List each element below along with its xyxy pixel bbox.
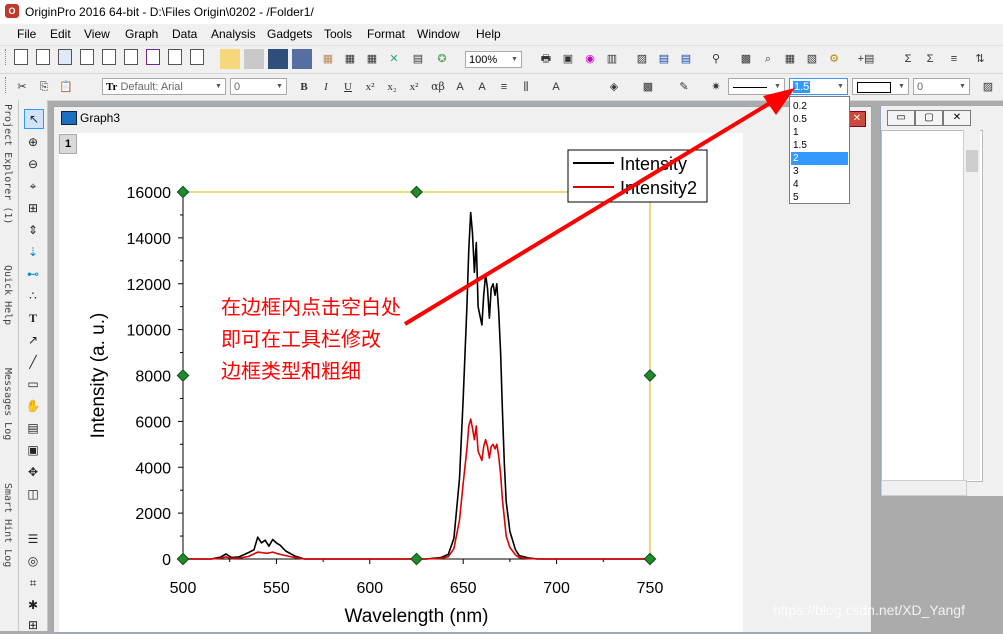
graph-overlay: 500 550 600 650 700 750 0 2000 4000 6000 8000 10000… — [88, 88, 795, 627]
selection-handle[interactable] — [176, 552, 190, 566]
y-tick-label: 2000 — [135, 506, 171, 523]
x-tick-label: 500 — [170, 580, 197, 597]
thickness-option[interactable]: 3 — [791, 165, 848, 178]
x-tick-label: 750 — [637, 580, 664, 597]
line-chart: 500 550 600 650 700 750 0 2000 4000 6000 8000 10000… — [88, 149, 708, 627]
selection-handle[interactable] — [176, 185, 190, 199]
selection-handle[interactable] — [410, 185, 423, 199]
thickness-option[interactable]: 1.5 — [791, 139, 848, 152]
thickness-dropdown-list: 0.2 0.5 1 1.5 2 3 4 5 — [789, 96, 850, 204]
legend-label: Intensity — [620, 154, 687, 174]
y-tick-label: 0 — [162, 552, 171, 569]
x-tick-label: 650 — [450, 580, 477, 597]
x-tick-label: 600 — [356, 580, 383, 597]
y-tick-label: 10000 — [127, 323, 172, 340]
annotation-text-line: 边框类型和粗细 — [221, 359, 361, 383]
y-tick-label: 8000 — [135, 369, 171, 386]
annotation-arrow-line — [403, 95, 782, 326]
selection-handle[interactable] — [176, 369, 190, 382]
y-tick-label: 12000 — [127, 277, 172, 294]
x-tick-label: 550 — [263, 580, 290, 597]
y-tick-label: 14000 — [127, 231, 172, 248]
y-tick-label: 4000 — [135, 460, 171, 477]
annotation-layer: 在边框内点击空白处即可在工具栏修改边框类型和粗细 — [221, 88, 795, 383]
thickness-option[interactable]: 0.5 — [791, 113, 848, 126]
selection-handle[interactable] — [643, 369, 657, 382]
thickness-option[interactable]: 4 — [791, 178, 848, 191]
thickness-option[interactable]: 0.2 — [791, 100, 848, 113]
y-tick-label: 6000 — [135, 414, 171, 431]
y-tick-label: 16000 — [127, 185, 172, 202]
thickness-option[interactable]: 1 — [791, 126, 848, 139]
y-axis-title: Intensity (a. u.) — [88, 313, 109, 439]
series-line-1 — [183, 211, 650, 560]
selection-handle[interactable] — [643, 552, 657, 566]
annotation-text-line: 在边框内点击空白处 — [221, 295, 401, 319]
legend: IntensityIntensity2 — [567, 149, 708, 203]
thickness-option[interactable]: 5 — [791, 191, 848, 204]
x-tick-label: 700 — [543, 580, 570, 597]
selection-handle[interactable] — [410, 552, 423, 566]
x-axis-title: Wavelength (nm) — [345, 606, 489, 627]
series-line-2 — [183, 418, 650, 560]
thickness-option-selected[interactable]: 2 — [791, 152, 848, 165]
watermark-text: https://blog.csdn.net/XD_Yangf — [773, 602, 965, 618]
annotation-text-line: 即可在工具栏修改 — [221, 327, 381, 351]
